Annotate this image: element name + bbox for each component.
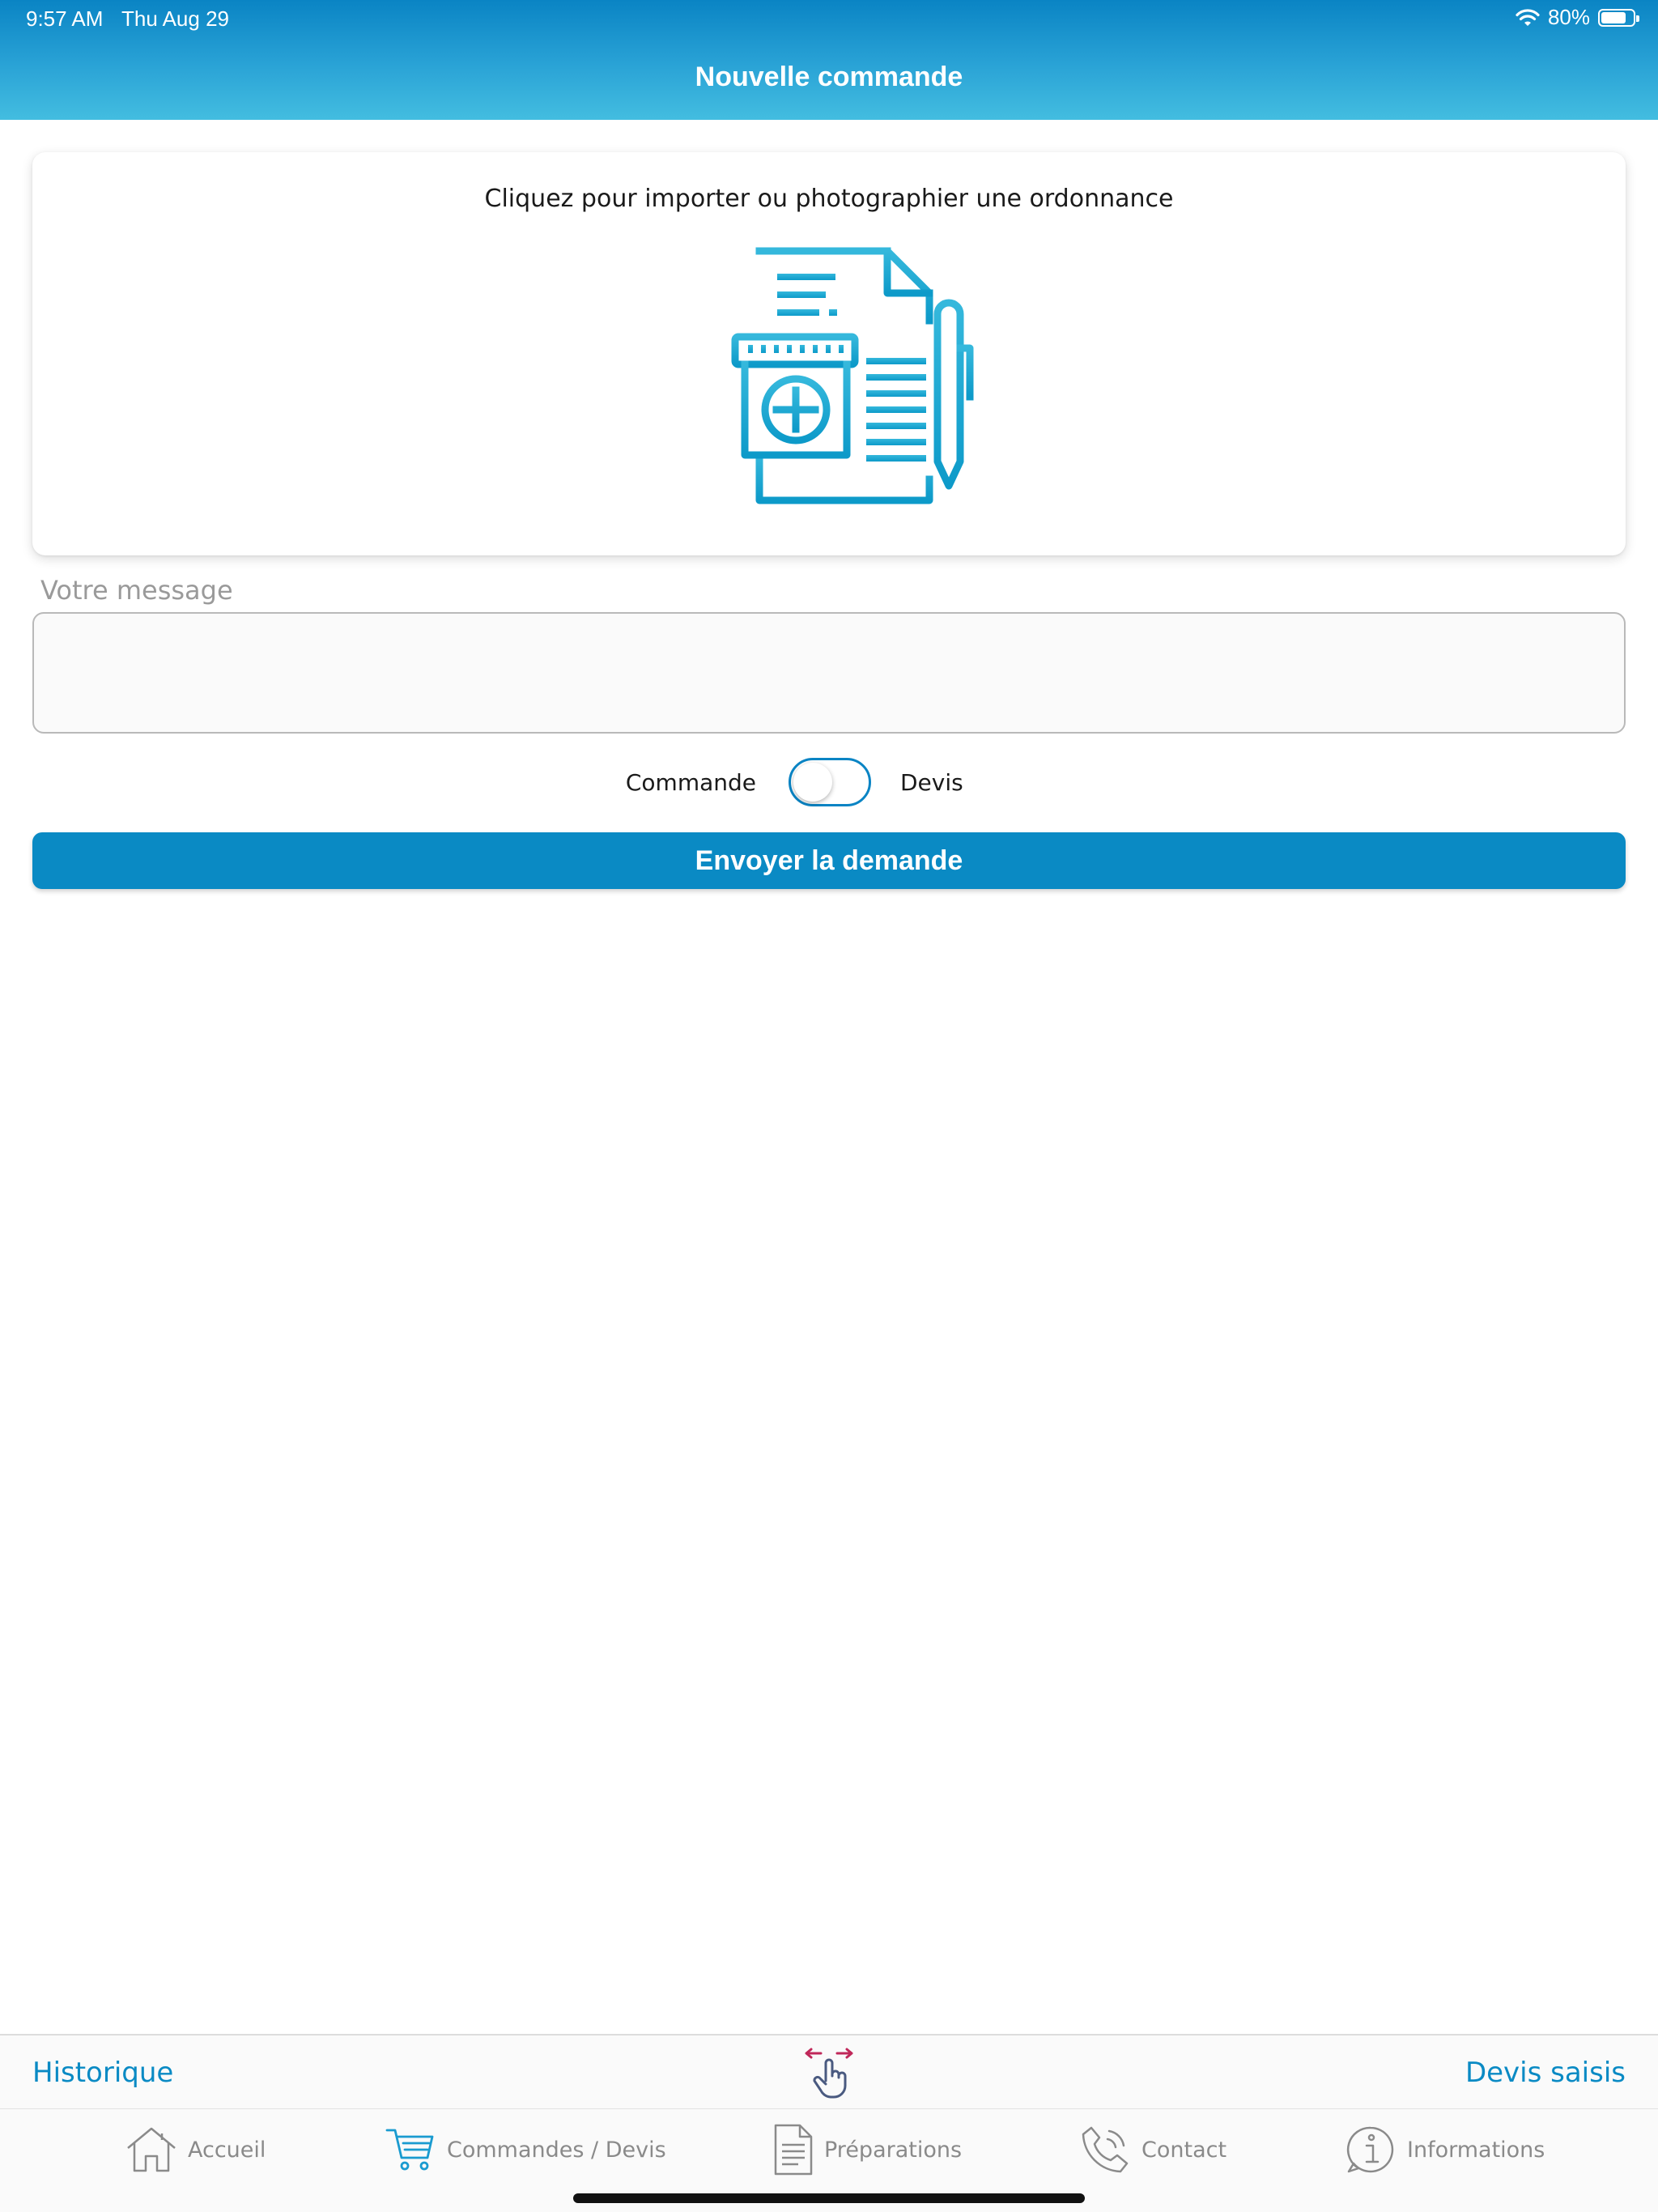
battery-percent: 80% <box>1547 5 1590 29</box>
tab-label: Informations <box>1407 2137 1545 2163</box>
tab-commandes-devis[interactable]: Commandes / Devis <box>385 2122 666 2177</box>
wifi-icon <box>1516 8 1540 26</box>
message-label: Votre message <box>40 575 233 606</box>
tab-contact[interactable]: Contact <box>1080 2122 1226 2177</box>
toggle-label-devis: Devis <box>900 769 963 796</box>
status-date: Thu Aug 29 <box>121 6 229 31</box>
swipe-gesture-icon <box>805 2048 853 2099</box>
document-icon <box>774 2124 813 2176</box>
battery-icon <box>1598 8 1639 27</box>
tab-preparations[interactable]: Préparations <box>774 2122 962 2177</box>
send-request-button[interactable]: Envoyer la demande <box>32 832 1626 889</box>
status-time: 9:57 AM <box>26 6 104 31</box>
tab-bar: Accueil Commandes / Devis Préparations C… <box>0 2108 1658 2212</box>
phone-icon <box>1082 2126 1129 2173</box>
tab-label: Préparations <box>824 2137 963 2163</box>
tab-accueil[interactable]: Accueil <box>126 2122 266 2177</box>
status-indicators: 80% <box>1516 5 1639 30</box>
upload-prescription-card[interactable]: Cliquez pour importer ou photographier u… <box>32 152 1626 555</box>
battery-level <box>1601 11 1626 23</box>
history-link[interactable]: Historique <box>32 2057 173 2089</box>
tab-label: Accueil <box>188 2137 266 2163</box>
toggle-label-commande: Commande <box>625 769 756 796</box>
page-title: Nouvelle commande <box>695 62 963 92</box>
app-header: 9:57 AM Thu Aug 29 80% Nouvelle commande <box>0 0 1658 120</box>
message-input[interactable] <box>32 612 1626 734</box>
tab-label: Contact <box>1141 2137 1227 2163</box>
order-type-toggle-row: Commande Devis <box>0 758 1658 806</box>
cart-icon <box>385 2129 434 2171</box>
tab-informations[interactable]: Informations <box>1346 2122 1545 2177</box>
sub-navigation-bar: Historique Devis saisis <box>0 2034 1658 2108</box>
switch-knob <box>793 763 832 802</box>
home-indicator <box>573 2193 1085 2203</box>
submitted-quotes-link[interactable]: Devis saisis <box>1465 2057 1626 2089</box>
upload-instruction: Cliquez pour importer ou photographier u… <box>484 185 1174 213</box>
info-icon <box>1346 2126 1394 2173</box>
prescription-icon <box>731 247 974 504</box>
home-icon <box>127 2127 176 2172</box>
tab-label: Commandes / Devis <box>447 2137 666 2163</box>
order-type-switch[interactable] <box>789 758 871 806</box>
